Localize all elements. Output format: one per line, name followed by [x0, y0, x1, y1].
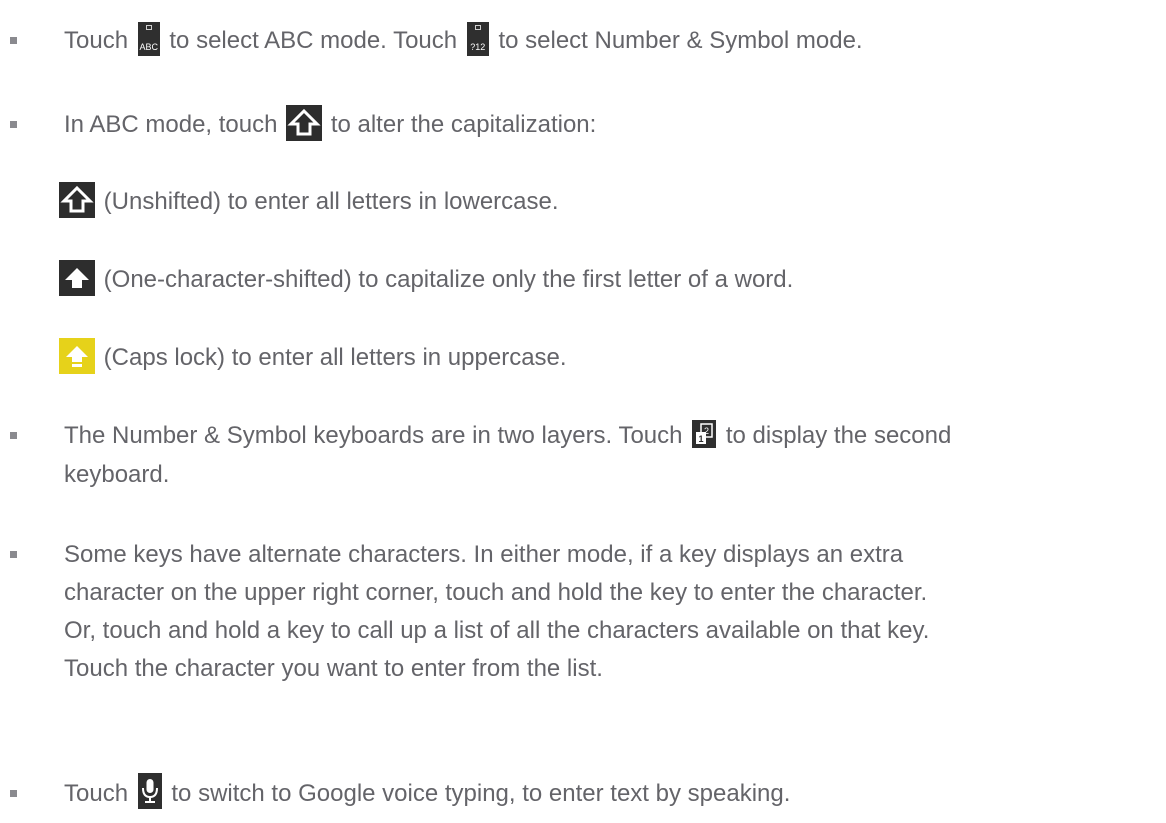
text-segment: to alter the capitalization: [330, 111, 597, 138]
svg-text:1: 1 [699, 434, 704, 444]
text-segment: Or, touch and hold a key to call up a li… [64, 617, 930, 644]
shift-one-character-icon [59, 259, 95, 296]
abc-key-icon: ABC [137, 21, 160, 56]
text-segment: to display the second [725, 422, 952, 449]
bullet-marker [10, 551, 17, 558]
text-segment: The Number & Symbol keyboards are in two… [64, 422, 683, 449]
list-item-line: Touch the character you want to enter fr… [64, 650, 1150, 687]
layer-switch-icon: 2 1 [692, 419, 717, 448]
list-item-text: The Number & Symbol keyboards are in two… [64, 417, 1150, 454]
text-segment: (One-character-shifted) to capitalize on… [103, 266, 794, 293]
document-page: Touch ABC to select ABC mode. Touch ?12 … [0, 0, 1166, 823]
text-segment: Touch [64, 780, 129, 807]
microphone-icon [137, 772, 162, 809]
text-segment: (Caps lock) to enter all letters in uppe… [103, 344, 567, 371]
list-item-line: Or, touch and hold a key to call up a li… [64, 612, 1150, 649]
text-segment: to select ABC mode. Touch [169, 27, 458, 54]
sub-item-text: (Unshifted) to enter all letters in lowe… [57, 181, 1150, 221]
text-segment: keyboard. [64, 461, 170, 488]
text-segment: to select Number & Symbol mode. [498, 27, 863, 54]
text-segment: character on the upper right corner, tou… [64, 579, 928, 606]
bullet-marker [10, 790, 17, 797]
sub-item-text: (One-character-shifted) to capitalize on… [57, 259, 1150, 299]
text-segment: Touch [64, 27, 129, 54]
text-segment: Touch the character you want to enter fr… [64, 655, 603, 682]
text-segment: In ABC mode, touch [64, 111, 278, 138]
sub-item-text: (Caps lock) to enter all letters in uppe… [57, 337, 1150, 377]
text-segment: to switch to Google voice typing, to ent… [171, 780, 791, 807]
list-item-line: character on the upper right corner, tou… [64, 574, 1150, 611]
bullet-marker [10, 432, 17, 439]
text-segment: Some keys have alternate characters. In … [64, 541, 904, 568]
shift-unshifted-icon [59, 181, 95, 218]
list-item-line: Some keys have alternate characters. In … [64, 536, 1150, 573]
caps-lock-icon [59, 337, 95, 374]
number-symbol-key-icon: ?12 [466, 21, 489, 56]
bullet-marker [10, 37, 17, 44]
list-item-text: Touch ABC to select ABC mode. Touch ?12 … [64, 21, 1150, 59]
list-item-text: Touch to switch to Google voice typing, … [64, 772, 1150, 813]
bullet-marker [10, 121, 17, 128]
list-item-text-continued: keyboard. [64, 456, 1150, 493]
number-symbol-key-label: ?12 [470, 41, 486, 52]
list-item-text: In ABC mode, touch to alter the capitali… [64, 104, 1150, 144]
shift-unshifted-icon [286, 104, 323, 141]
abc-key-label: ABC [139, 41, 158, 52]
text-segment: (Unshifted) to enter all letters in lowe… [103, 188, 559, 215]
